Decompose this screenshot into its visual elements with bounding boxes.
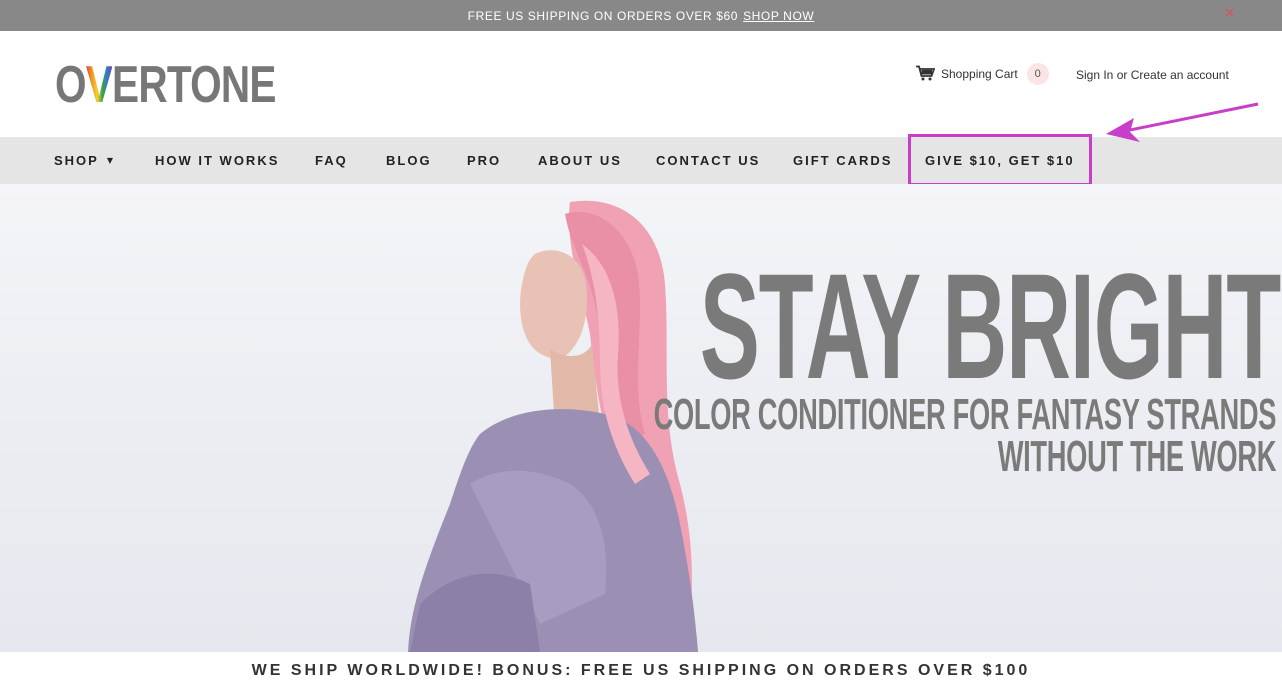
cart-count-badge: 0 [1026,63,1049,85]
shop-now-link[interactable]: SHOP NOW [743,9,814,23]
hero-headline: STAY BRIGHT [699,242,1281,410]
nav-item-how-it-works[interactable]: HOW IT WORKS [155,137,279,184]
nav-item-gift-cards[interactable]: GIFT CARDS [793,137,892,184]
shopping-cart-link[interactable]: Shopping Cart 0 [916,63,1049,85]
nav-item-faq[interactable]: FAQ [315,137,348,184]
hero-subheadline: COLOR CONDITIONER FOR FANTASY STRANDS WI… [653,390,1277,481]
main-nav: SHOP ▼ HOW IT WORKS FAQ BLOG PRO ABOUT U… [0,137,1282,184]
hero-sub-line-2: WITHOUT THE WORK [997,432,1277,481]
nav-shop-label: SHOP [54,153,99,168]
site-header: O V ERTONE Shopping Cart 0 Sign In or Cr… [0,31,1282,137]
shipping-banner: WE SHIP WORLDWIDE! BONUS: FREE US SHIPPI… [0,652,1282,689]
nav-item-contact-us[interactable]: CONTACT US [656,137,760,184]
nav-item-shop[interactable]: SHOP ▼ [54,137,113,184]
cart-label: Shopping Cart [941,67,1018,81]
promo-bar: FREE US SHIPPING ON ORDERS OVER $60 SHOP… [0,0,1282,31]
cart-icon [916,65,941,84]
create-account-link[interactable]: Create an account [1131,68,1229,82]
annotation-arrow [1106,102,1259,142]
logo-suffix: ERTONE [112,56,276,114]
sign-in-link[interactable]: Sign In [1076,68,1113,82]
nav-item-give-get[interactable]: GIVE $10, GET $10 [925,137,1075,184]
close-icon[interactable]: × [1224,5,1236,21]
promo-text: FREE US SHIPPING ON ORDERS OVER $60 [467,8,739,23]
nav-item-blog[interactable]: BLOG [386,137,432,184]
caret-down-icon: ▼ [106,156,113,165]
account-links: Sign In or Create an account [1076,68,1229,82]
hero-banner: STAY BRIGHT COLOR CONDITIONER FOR FANTAS… [0,184,1282,652]
or-text: or [1116,68,1128,82]
logo-rainbow-v: V [85,56,113,114]
nav-item-pro[interactable]: PRO [467,137,501,184]
overtone-logo[interactable]: O V ERTONE [55,57,276,113]
nav-item-about-us[interactable]: ABOUT US [538,137,622,184]
hero-sub-line-1: COLOR CONDITIONER FOR FANTASY STRANDS [653,390,1276,439]
logo-prefix: O [55,56,87,114]
